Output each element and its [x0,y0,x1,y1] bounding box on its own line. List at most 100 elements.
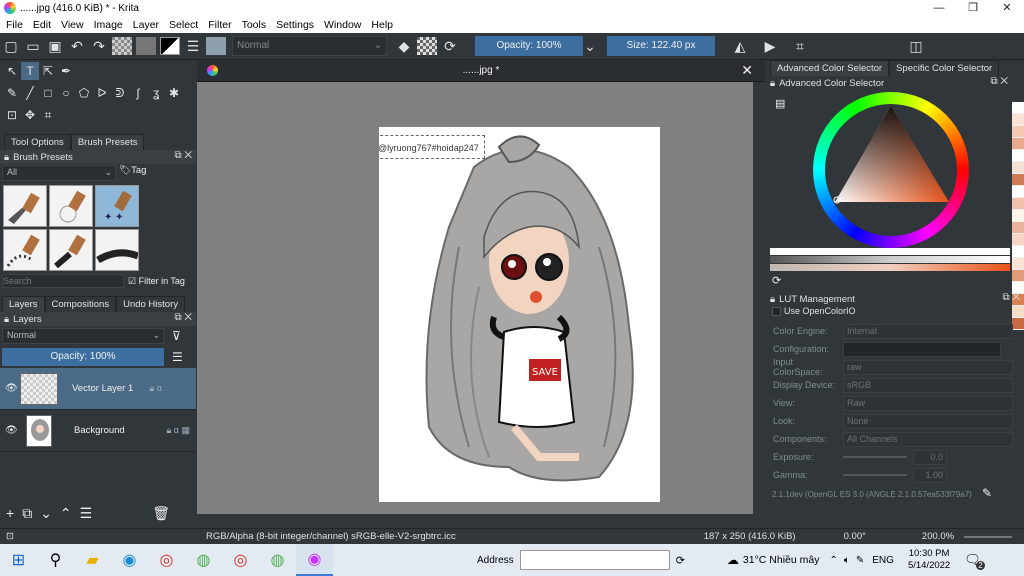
color-swatch[interactable] [1012,174,1024,186]
tag-icon[interactable]: 🏷︎Tag [119,165,146,181]
krita-taskbar-icon[interactable]: ◉ [296,544,333,576]
tab-undo-history[interactable]: Undo History [116,296,185,312]
components-select[interactable]: All Channels [843,431,1013,447]
reload-preset-icon[interactable]: ⟳ [439,35,461,57]
minimize-button[interactable]: — [922,0,956,16]
brush-search-input[interactable] [2,274,124,288]
canvas-viewport[interactable]: SAVE @lyruong767#hoidap247 [197,82,753,514]
move-down-icon[interactable]: ⌄ [40,505,52,522]
dynamic-brush-icon[interactable]: ʓ [147,84,165,102]
tab-specific-color-selector[interactable]: Specific Color Selector [889,60,1000,76]
brush-preset-item[interactable] [49,185,93,227]
gamma-slider[interactable] [843,474,907,476]
menu-select[interactable]: Select [169,19,198,31]
menu-tools[interactable]: Tools [242,19,267,31]
edit-shapes-icon[interactable]: ⇱ [39,62,57,80]
add-layer-icon[interactable]: + [6,505,14,521]
zalo-icon[interactable]: ◍ [259,544,296,576]
color-swatch[interactable] [1012,198,1024,210]
display-device-select[interactable]: sRGB [843,377,1013,393]
docker-close-icon[interactable]: ⧉ ✕ [990,76,1008,87]
colorspace-info[interactable]: RGB/Alpha (8-bit integer/channel) sRGB-e… [206,531,456,542]
brush-settings-icon[interactable]: ☰ [182,35,204,57]
fg-bg-color-icon[interactable] [160,37,180,55]
mirror-vertical-icon[interactable]: ▶ [759,35,781,57]
opacity-slider[interactable]: Opacity: 100% [475,36,583,56]
weather-icon[interactable]: ☁ [727,553,739,567]
edge-icon[interactable]: ◉ [111,544,148,576]
color-swatch[interactable] [1012,114,1024,126]
polygon-tool-icon[interactable]: ⬠ [75,84,93,102]
notification-icon[interactable]: 🗨︎ 2 [964,552,985,570]
brush-tool-icon[interactable]: ✎ [3,84,21,102]
lock-icon[interactable]: 🔒︎ α ▦ [167,425,191,436]
open-folder-icon[interactable]: ▭ [22,35,44,57]
save-icon[interactable]: ▣ [44,35,66,57]
tab-compositions[interactable]: Compositions [44,296,117,312]
color-swatch[interactable] [1012,126,1024,138]
maximize-button[interactable]: ❐ [956,0,990,16]
eraser-icon[interactable]: ◆ [393,35,415,57]
calligraphy-icon[interactable]: ✒ [57,62,75,80]
menu-file[interactable]: File [6,19,23,31]
color-swatch[interactable] [1012,234,1024,246]
bezier-tool-icon[interactable]: ᕲ [111,84,129,102]
ellipse-tool-icon[interactable]: ○ [57,84,75,102]
move-up-icon[interactable]: ⌃ [60,505,72,522]
layer-name[interactable]: Vector Layer 1 [72,383,133,394]
document-tab[interactable]: ......jpg * ✕ [197,60,765,82]
zalo-icon[interactable]: ◍ [185,544,222,576]
tab-advanced-color-selector[interactable]: Advanced Color Selector [770,60,890,76]
alpha-lock-icon[interactable] [417,37,437,55]
close-button[interactable]: ✕ [990,0,1024,16]
lock-icon[interactable]: 🔒︎ α [150,383,163,394]
configuration-field[interactable] [843,341,1001,357]
layer-row[interactable]: 👁︎ Background 🔒︎ α ▦ [0,410,196,452]
rotation-value[interactable]: 0.00° [844,531,866,542]
menu-icon[interactable]: ☰ [172,350,183,364]
file-explorer-icon[interactable]: ▰ [74,544,111,576]
color-swatch[interactable] [1012,258,1024,270]
polyline-tool-icon[interactable]: ᐅ [93,84,111,102]
use-ocio-checkbox[interactable]: Use OpenColorIO [772,306,856,317]
address-input[interactable] [519,550,670,570]
layer-opacity-slider[interactable]: Opacity: 100% [2,348,164,366]
menu-settings[interactable]: Settings [276,19,314,31]
menu-layer[interactable]: Layer [133,19,159,31]
docker-close-icon[interactable]: ⧉ ✕ [174,312,192,323]
transform-tool-icon[interactable]: ⊡ [3,106,21,124]
rectangle-tool-icon[interactable]: □ [39,84,57,102]
crop-icon[interactable]: ⌗ [789,35,811,57]
layer-blend-select[interactable]: Normal ⌄ [2,328,164,344]
menu-image[interactable]: Image [94,19,123,31]
text-tool-icon[interactable]: T [21,62,39,80]
color-engine-select[interactable]: Internal [843,323,1013,339]
exposure-input[interactable]: 0.0 [913,449,947,465]
select-tool-icon[interactable]: ↖ [3,62,21,80]
color-swatch[interactable] [1012,138,1024,150]
eye-icon[interactable]: 👁︎ [5,425,18,436]
color-history-bars[interactable] [770,248,1010,272]
gamma-input[interactable]: 1.00 [913,467,947,483]
color-swatch[interactable] [1012,162,1024,174]
color-swatch[interactable] [1012,102,1024,114]
speaker-icon[interactable]: 🔈︎ [844,555,850,566]
tab-tool-options[interactable]: Tool Options [4,134,71,150]
refresh-icon[interactable]: ⟳ [772,274,781,287]
brush-filter-select[interactable]: All ⌄ [2,165,116,181]
brush-preset-icon[interactable] [206,37,226,55]
menu-view[interactable]: View [61,19,84,31]
tab-brush-presets[interactable]: Brush Presets [70,134,145,150]
tab-layers[interactable]: Layers [2,296,45,312]
search-icon[interactable]: ⚲ [37,544,74,576]
blend-mode-select[interactable]: Normal ⌄ [232,36,387,56]
menu-window[interactable]: Window [324,19,361,31]
vertical-scrollbar[interactable] [753,82,765,514]
language-indicator[interactable]: ENG [872,555,894,566]
brush-preset-item[interactable]: ✦ ✦ [95,185,139,227]
chrome-icon[interactable]: ◎ [148,544,185,576]
delete-layer-icon[interactable]: 🗑︎ [152,505,170,522]
clock[interactable]: 10:30 PM 5/14/2022 [908,548,950,572]
brush-preset-item[interactable] [49,229,93,271]
color-swatch[interactable] [1012,306,1024,318]
